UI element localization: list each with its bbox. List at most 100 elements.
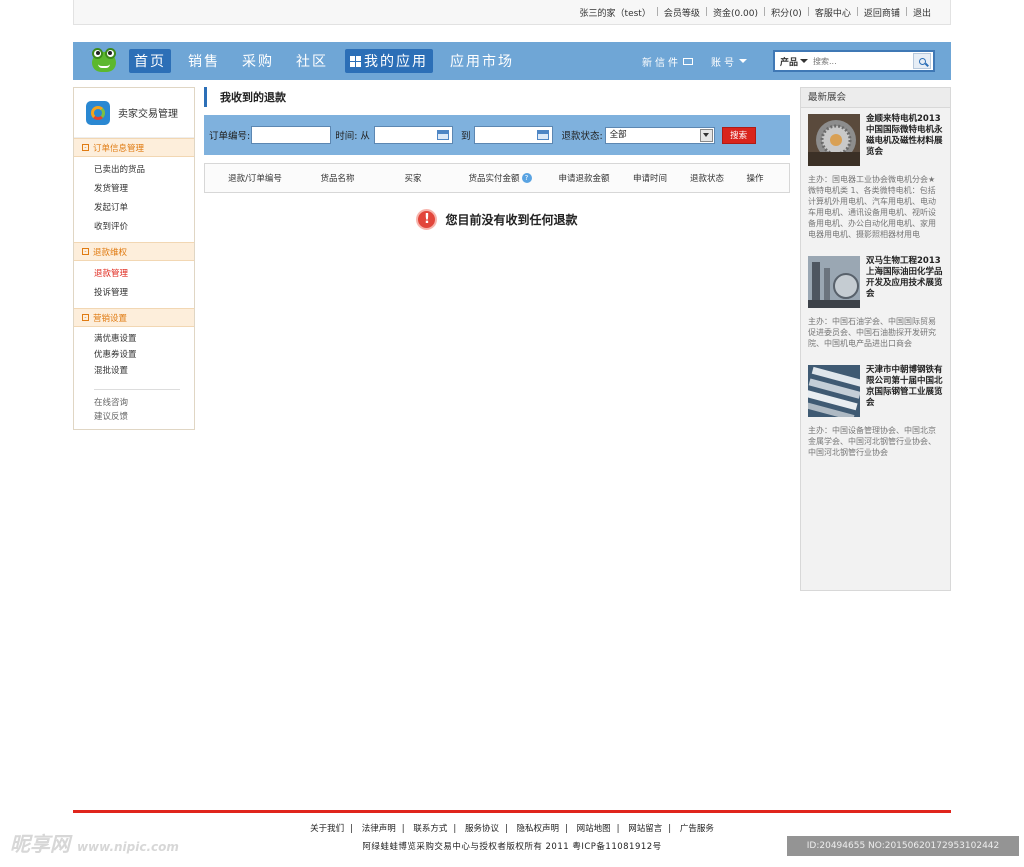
sidebar-list-orders: 已卖出的货品 发货管理 发起订单 收到评价: [74, 157, 194, 242]
sidebar-item-refund-management[interactable]: 退款管理: [94, 265, 194, 284]
nav-home[interactable]: 首页: [129, 49, 171, 73]
account-menu[interactable]: 账号: [711, 54, 747, 69]
column-header: 申请退款金额: [558, 174, 610, 184]
feedback-link[interactable]: 建议反馈: [94, 410, 194, 424]
logout-link[interactable]: 退出: [908, 6, 936, 19]
footer-link-legal[interactable]: 法律声明: [356, 824, 402, 834]
sidebar-item-discount[interactable]: 满优惠设置: [94, 331, 194, 347]
sidebar-item-sold-goods[interactable]: 已卖出的货品: [94, 161, 194, 180]
footer-link-sitemap[interactable]: 网站地图: [571, 824, 617, 834]
chevron-down-icon: [739, 59, 747, 63]
footer-red-line: [73, 810, 951, 813]
expo-description: 主办：中国设备管理协会、中国北京金属学会、中国河北钢管行业协会、中国河北钢管行业…: [808, 426, 936, 457]
order-number-input[interactable]: [251, 126, 332, 144]
date-from-input[interactable]: [373, 126, 453, 144]
sidebar-item-shipping[interactable]: 发货管理: [94, 180, 194, 199]
calendar-icon[interactable]: [436, 130, 449, 140]
table-header: 退款/订单编号 货品名称 买家 货品实付金额 ? 申请退款金额 申请时间 退款状…: [204, 163, 790, 193]
nav-sales[interactable]: 销售: [183, 49, 225, 73]
column-header: 退款状态: [689, 174, 724, 184]
footer-link-message[interactable]: 网站留言: [622, 824, 668, 834]
refund-status-select[interactable]: 全部: [604, 126, 715, 144]
expo-item: 金顺来特电机2013中国国际微特电机永磁电机及磁性材料展览会 主办：国电器工业协…: [801, 108, 950, 240]
funds-link[interactable]: 资金(0.00): [708, 6, 763, 19]
column-header: 退款/订单编号: [228, 174, 282, 184]
latest-expos-panel: 最新展会 金顺来特电机2013中国国际微特电机永磁电机及磁性材料展览会 主办：国…: [800, 87, 951, 591]
sidebar-item-complaints[interactable]: 投诉管理: [94, 284, 194, 303]
collapse-icon: -: [82, 144, 89, 151]
nav-community[interactable]: 社区: [291, 49, 333, 73]
filter-bar: 订单编号: 时间: 从 到 退款状态: 全部 搜索: [204, 115, 790, 155]
nav-purchase[interactable]: 采购: [237, 49, 279, 73]
sidebar-section-refunds[interactable]: - 退款维权: [74, 242, 194, 261]
steel-pipe-thumbnail[interactable]: [808, 365, 860, 417]
column-header: 货品名称: [320, 174, 355, 184]
oil-plant-thumbnail[interactable]: [808, 256, 860, 308]
time-from-label: 时间: 从: [335, 131, 370, 142]
calendar-icon[interactable]: [537, 130, 550, 140]
user-home-link[interactable]: 张三的家（test）: [575, 6, 656, 19]
sidebar: 卖家交易管理 - 订单信息管理 已卖出的货品 发货管理 发起订单 收到评价 - …: [73, 87, 195, 430]
column-header: 操作: [746, 174, 764, 184]
main-content: 我收到的退款 订单编号: 时间: 从 到 退款状态: 全部 搜索 退款/订单编号…: [204, 87, 790, 230]
main-nav: 首页 销售 采购 社区 我的应用 应用市场 新信件 账号 产品: [73, 42, 951, 80]
watermark-brand-name: 昵享网: [10, 832, 70, 856]
warning-icon: !: [416, 209, 438, 230]
help-icon[interactable]: ?: [521, 173, 532, 183]
expo-title[interactable]: 双马生物工程2013上海国际油田化学品开发及应用技术展览会: [866, 256, 943, 308]
motor-thumbnail[interactable]: [808, 114, 860, 166]
panel-title: 最新展会: [801, 88, 950, 108]
empty-message: 您目前没有收到任何退款: [445, 213, 578, 227]
new-mail-label: 新信件: [642, 57, 681, 69]
online-consult-link[interactable]: 在线咨询: [94, 396, 194, 410]
top-bar: 张三的家（test） | 会员等级 | 资金(0.00) | 积分(0) | 客服中心 |…: [73, 0, 951, 25]
sidebar-title: 卖家交易管理: [118, 109, 178, 120]
column-header: 买家: [404, 174, 422, 184]
sidebar-item-reviews[interactable]: 收到评价: [94, 218, 194, 237]
return-shop-link[interactable]: 返回商铺: [859, 6, 905, 19]
sidebar-item-create-order[interactable]: 发起订单: [94, 199, 194, 218]
footer-link-about[interactable]: 关于我们: [304, 824, 350, 834]
service-center-link[interactable]: 客服中心: [810, 6, 856, 19]
search-box: 产品: [773, 50, 935, 72]
nav-my-apps[interactable]: 我的应用: [345, 49, 433, 73]
empty-state: ! 您目前没有收到任何退款: [204, 209, 790, 230]
column-header-paid: 货品实付金额 ?: [456, 172, 544, 184]
order-number-label: 订单编号:: [209, 131, 251, 142]
expo-description: 主办：中国石油学会、中国国际贸易促进委员会、中国石油勘探开发研究院、中国机电产品…: [808, 317, 936, 348]
date-to-input[interactable]: [474, 126, 554, 144]
expo-title[interactable]: 金顺来特电机2013中国国际微特电机永磁电机及磁性材料展览会: [866, 114, 943, 166]
new-mail-link[interactable]: 新信件: [642, 54, 693, 69]
expo-item: 天津市中朝博钢铁有限公司第十届中国北京国际钢管工业展览会 主办：中国设备管理协会…: [801, 365, 950, 458]
search-button[interactable]: 搜索: [721, 126, 756, 144]
grid-icon: [350, 55, 361, 67]
member-level-link[interactable]: 会员等级: [659, 6, 705, 19]
watermark-brand: 昵享网 www.nipic.com: [10, 828, 179, 857]
search-input[interactable]: [813, 56, 904, 66]
footer-link-privacy[interactable]: 隐私权声明: [511, 824, 566, 834]
expo-description: 主办：国电器工业协会微电机分会★微特电机类 1、各类微特电机：包括计算机外用电机…: [808, 175, 936, 239]
collapse-icon: -: [82, 314, 89, 321]
account-label: 账号: [711, 57, 737, 69]
nav-app-market[interactable]: 应用市场: [445, 49, 519, 73]
sidebar-section-orders[interactable]: - 订单信息管理: [74, 138, 194, 157]
chevron-down-icon[interactable]: [699, 128, 713, 142]
column-header: 货品实付金额: [468, 174, 520, 184]
footer-link-terms[interactable]: 服务协议: [459, 824, 505, 834]
search-button[interactable]: [913, 53, 931, 69]
search-category-select[interactable]: 产品: [775, 55, 809, 68]
footer-link-ads[interactable]: 广告服务: [674, 824, 720, 834]
expo-title[interactable]: 天津市中朝博钢铁有限公司第十届中国北京国际钢管工业展览会: [866, 365, 943, 417]
watermark-url: www.nipic.com: [76, 840, 179, 854]
frog-logo-icon[interactable]: [91, 48, 117, 74]
search-category-label: 产品: [780, 57, 799, 68]
sidebar-section-marketing[interactable]: - 营销设置: [74, 308, 194, 327]
sidebar-item-mixed-wholesale[interactable]: 混批设置: [94, 363, 194, 379]
page-title: 我收到的退款: [204, 87, 790, 107]
points-link[interactable]: 积分(0): [766, 6, 807, 19]
collapse-icon: -: [82, 248, 89, 255]
footer-link-contact[interactable]: 联系方式: [407, 824, 453, 834]
column-header: 申请时间: [632, 174, 667, 184]
divider: [94, 389, 180, 390]
sidebar-item-coupons[interactable]: 优惠券设置: [94, 347, 194, 363]
